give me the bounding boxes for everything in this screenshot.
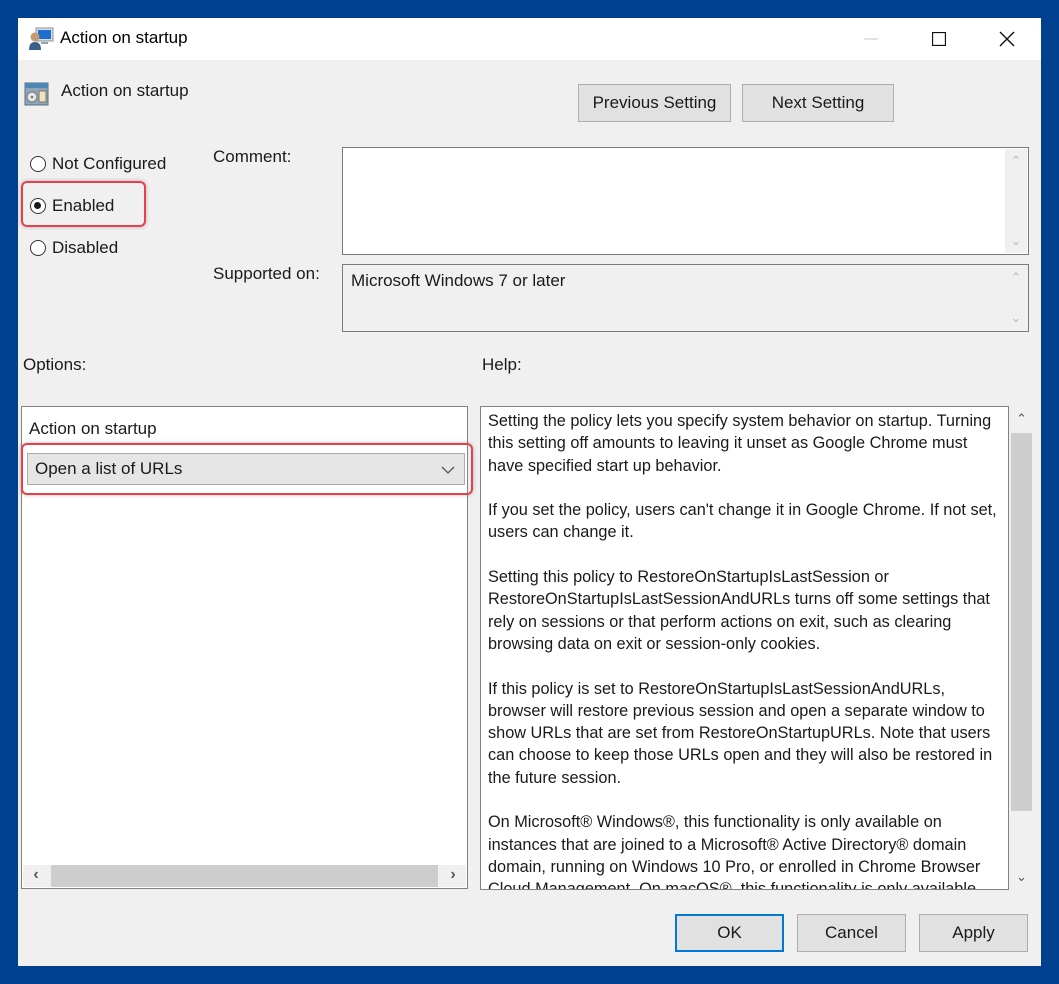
scroll-up-icon[interactable]: ⌃ <box>1005 270 1027 286</box>
scroll-down-icon[interactable]: ⌄ <box>1010 869 1033 885</box>
comment-textarea[interactable]: ⌃ ⌄ <box>342 147 1029 255</box>
scroll-down-icon[interactable]: ⌄ <box>1005 233 1027 249</box>
close-icon <box>999 31 1015 47</box>
dropdown-highlight-annotation <box>21 443 473 495</box>
help-paragraph: If this policy is set to RestoreOnStartu… <box>488 679 993 787</box>
comment-label: Comment: <box>213 147 292 166</box>
radio-not-configured[interactable]: Not Configured <box>30 154 166 174</box>
radio-not-configured-label: Not Configured <box>52 154 167 173</box>
scroll-left-icon[interactable]: ‹ <box>25 866 47 884</box>
comment-scrollbar[interactable]: ⌃ ⌄ <box>1005 149 1027 253</box>
ok-button[interactable]: OK <box>675 914 784 952</box>
scrollbar-thumb[interactable] <box>1011 433 1032 811</box>
options-label: Options: <box>23 355 87 374</box>
maximize-icon <box>932 32 946 46</box>
help-vertical-scrollbar[interactable]: ⌃ ⌄ <box>1010 406 1033 890</box>
scroll-up-icon[interactable]: ⌃ <box>1010 411 1033 427</box>
radio-disabled[interactable]: Disabled <box>30 238 118 258</box>
policy-dialog: Action on startup Action on startup Prev… <box>18 18 1041 966</box>
help-paragraph: Setting the policy lets you specify syst… <box>488 412 992 475</box>
options-horizontal-scrollbar[interactable]: ‹ › <box>23 865 466 887</box>
scroll-right-icon[interactable]: › <box>442 866 464 884</box>
enabled-highlight-annotation <box>21 181 146 227</box>
supported-on-label: Supported on: <box>213 264 320 283</box>
help-text-panel: Setting the policy lets you specify syst… <box>480 406 1009 890</box>
close-button[interactable] <box>984 18 1030 60</box>
help-paragraph: On Microsoft® Windows®, this functionali… <box>488 813 981 890</box>
group-policy-user-computer-icon <box>29 27 54 50</box>
policy-setting-icon <box>24 82 49 106</box>
supported-scrollbar[interactable]: ⌃ ⌄ <box>1005 266 1027 330</box>
radio-disabled-indicator[interactable] <box>30 240 46 256</box>
help-paragraph: If you set the policy, users can't chang… <box>488 501 997 542</box>
scroll-down-icon[interactable]: ⌄ <box>1005 310 1027 326</box>
setting-name: Action on startup <box>61 81 189 100</box>
radio-disabled-label: Disabled <box>52 238 119 257</box>
scrollbar-thumb[interactable] <box>51 865 438 887</box>
supported-on-field: Microsoft Windows 7 or later ⌃ ⌄ <box>342 264 1029 332</box>
supported-on-value: Microsoft Windows 7 or later <box>351 271 566 290</box>
scroll-up-icon[interactable]: ⌃ <box>1005 153 1027 169</box>
help-text: Setting the policy lets you specify syst… <box>488 410 1003 890</box>
minimize-icon <box>864 38 878 40</box>
window-title: Action on startup <box>60 28 188 47</box>
apply-button[interactable]: Apply <box>919 914 1028 952</box>
title-bar: Action on startup <box>18 18 1041 60</box>
help-label: Help: <box>482 355 522 374</box>
previous-setting-button[interactable]: Previous Setting <box>578 84 731 122</box>
minimize-button[interactable] <box>848 18 894 60</box>
cancel-button[interactable]: Cancel <box>797 914 906 952</box>
radio-not-configured-indicator[interactable] <box>30 156 46 172</box>
help-paragraph: Setting this policy to RestoreOnStartupI… <box>488 568 990 653</box>
action-on-startup-label: Action on startup <box>29 419 157 438</box>
next-setting-button[interactable]: Next Setting <box>742 84 894 122</box>
maximize-button[interactable] <box>916 18 962 60</box>
